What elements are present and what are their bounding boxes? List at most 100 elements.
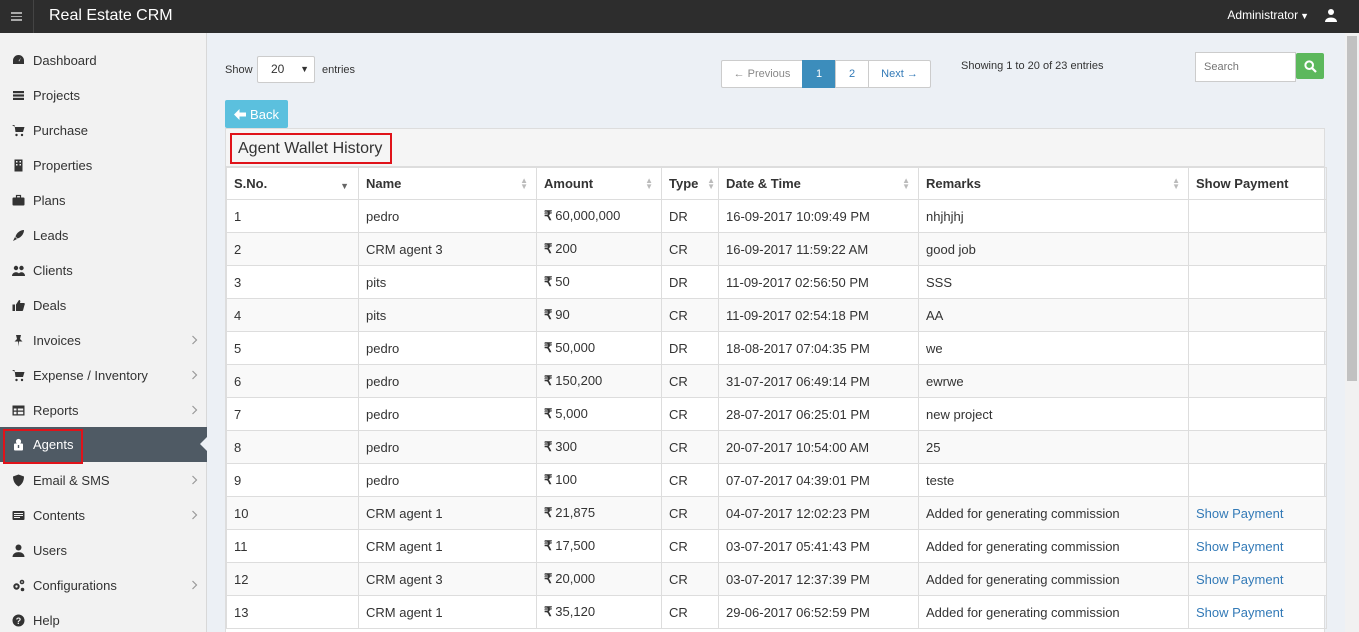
search-icon <box>1303 59 1317 73</box>
cell-sno: 6 <box>226 364 359 398</box>
cell-amount: ₹50 <box>536 265 662 299</box>
cell-amount: ₹21,875 <box>536 496 662 530</box>
rupee-icon: ₹ <box>544 274 553 289</box>
projects-icon <box>11 89 25 103</box>
chevron-right-icon <box>192 405 198 415</box>
search-input[interactable] <box>1195 52 1296 82</box>
cell-type: CR <box>661 430 719 464</box>
sidebar-item-properties[interactable]: Properties <box>0 148 207 183</box>
sidebar-item-configurations[interactable]: Configurations <box>0 568 207 603</box>
column-header-label: S.No. <box>234 176 268 191</box>
column-header-remarks[interactable]: Remarks ▲ ▼ <box>918 167 1189 200</box>
column-header-sno[interactable]: S.No. ▼ <box>226 167 359 200</box>
cell-show-payment <box>1188 265 1327 299</box>
sidebar-item-reports[interactable]: Reports <box>0 393 207 428</box>
cell-name: pedro <box>358 463 537 497</box>
sidebar-item-purchase[interactable]: Purchase <box>0 113 207 148</box>
chevron-right-icon <box>192 370 198 380</box>
page-1-button[interactable]: 1 <box>802 60 836 88</box>
sidebar-item-label: Projects <box>33 88 80 103</box>
cell-remarks: 25 <box>918 430 1189 464</box>
amount-value: 35,120 <box>555 604 596 619</box>
table-row: 11 CRM agent 1 ₹17,500 CR 03-07-2017 05:41:4… <box>226 529 1327 563</box>
next-page-button[interactable]: Next → <box>868 60 931 88</box>
cell-show-payment <box>1188 199 1327 233</box>
menu-toggle-icon[interactable] <box>0 0 34 33</box>
sort-icon: ▲ ▼ <box>707 176 715 191</box>
previous-page-button[interactable]: ← Previous <box>721 60 803 88</box>
cell-show-payment <box>1188 364 1327 398</box>
page-2-button[interactable]: 2 <box>835 60 869 88</box>
show-payment-link[interactable]: Show Payment <box>1196 572 1283 587</box>
rupee-icon: ₹ <box>544 439 553 454</box>
cell-show-payment <box>1188 232 1327 266</box>
cell-type: CR <box>661 496 719 530</box>
sidebar-item-email-sms[interactable]: Email & SMS <box>0 463 207 498</box>
cell-type: DR <box>661 199 719 233</box>
user-menu[interactable]: Administrator ▼ <box>1227 0 1309 31</box>
scrollbar-thumb[interactable] <box>1347 36 1357 381</box>
cell-sno: 3 <box>226 265 359 299</box>
cell-sno: 13 <box>226 595 359 629</box>
back-button[interactable]: Back <box>225 100 288 128</box>
sidebar-item-deals[interactable]: Deals <box>0 288 207 323</box>
sidebar-item-label: Invoices <box>33 333 81 348</box>
column-header-show-payment: Show Payment <box>1188 167 1327 200</box>
show-payment-link[interactable]: Show Payment <box>1196 539 1283 554</box>
cell-remarks: we <box>918 331 1189 365</box>
wallet-history-table: S.No. ▼ Name ▲ ▼ Amount ▲ ▼ Type ▲ ▼ Date & Tim… <box>226 167 1327 629</box>
sort-icon: ▲ ▼ <box>645 176 653 191</box>
column-header-datetime[interactable]: Date & Time ▲ ▼ <box>718 167 919 200</box>
amount-value: 5,000 <box>555 406 588 421</box>
cell-name: pedro <box>358 364 537 398</box>
show-payment-link[interactable]: Show Payment <box>1196 506 1283 521</box>
sidebar-item-projects[interactable]: Projects <box>0 78 207 113</box>
sidebar-item-label: Help <box>33 613 60 628</box>
rupee-icon: ₹ <box>544 406 553 421</box>
sidebar-item-users[interactable]: Users <box>0 533 207 568</box>
amount-value: 20,000 <box>555 571 596 586</box>
sidebar-item-contents[interactable]: Contents <box>0 498 207 533</box>
chevron-right-icon <box>192 510 198 520</box>
table-header-row: S.No. ▼ Name ▲ ▼ Amount ▲ ▼ Type ▲ ▼ Date & Tim… <box>226 167 1327 200</box>
app-title[interactable]: Real Estate CRM <box>49 0 173 32</box>
sidebar-item-plans[interactable]: Plans <box>0 183 207 218</box>
table-row: 8 pedro ₹300 CR 20-07-2017 10:54:00 AM 25 <box>226 430 1327 464</box>
cell-type: CR <box>661 463 719 497</box>
cell-sno: 4 <box>226 298 359 332</box>
sidebar-item-clients[interactable]: Clients <box>0 253 207 288</box>
cell-datetime: 04-07-2017 12:02:23 PM <box>718 496 919 530</box>
table-row: 7 pedro ₹5,000 CR 28-07-2017 06:25:01 PM new … <box>226 397 1327 431</box>
table-row: 3 pits ₹50 DR 11-09-2017 02:56:50 PM SSS <box>226 265 1327 299</box>
search-button[interactable] <box>1296 53 1324 79</box>
sidebar-item-dashboard[interactable]: Dashboard <box>0 43 207 78</box>
cell-type: CR <box>661 232 719 266</box>
cell-name: pits <box>358 265 537 299</box>
chevron-right-icon <box>192 335 198 345</box>
column-header-name[interactable]: Name ▲ ▼ <box>358 167 537 200</box>
cell-amount: ₹35,120 <box>536 595 662 629</box>
cell-show-payment <box>1188 298 1327 332</box>
show-payment-link[interactable]: Show Payment <box>1196 605 1283 620</box>
table-row: 6 pedro ₹150,200 CR 31-07-2017 06:49:14 PM ew… <box>226 364 1327 398</box>
rupee-icon: ₹ <box>544 373 553 388</box>
cell-datetime: 28-07-2017 06:25:01 PM <box>718 397 919 431</box>
column-header-amount[interactable]: Amount ▲ ▼ <box>536 167 662 200</box>
cell-type: CR <box>661 562 719 596</box>
sidebar-item-leads[interactable]: Leads <box>0 218 207 253</box>
table-row: 5 pedro ₹50,000 DR 18-08-2017 07:04:35 PM we <box>226 331 1327 365</box>
sidebar-item-agents[interactable]: Agents <box>0 427 208 464</box>
column-header-type[interactable]: Type ▲ ▼ <box>661 167 719 200</box>
cell-sno: 8 <box>226 430 359 464</box>
sidebar-item-invoices[interactable]: Invoices <box>0 323 207 358</box>
sidebar-item-help[interactable]: ? Help <box>0 603 207 632</box>
amount-value: 50,000 <box>555 340 596 355</box>
amount-value: 150,200 <box>555 373 603 388</box>
cell-name: CRM agent 3 <box>358 232 537 266</box>
user-icon[interactable] <box>1325 8 1337 22</box>
sidebar-item-label: Users <box>33 543 67 558</box>
entries-select[interactable]: 20 ▼ <box>257 56 315 83</box>
cell-type: CR <box>661 529 719 563</box>
show-label: Show <box>225 64 253 76</box>
sidebar-item-expense-inventory[interactable]: Expense / Inventory <box>0 358 207 393</box>
